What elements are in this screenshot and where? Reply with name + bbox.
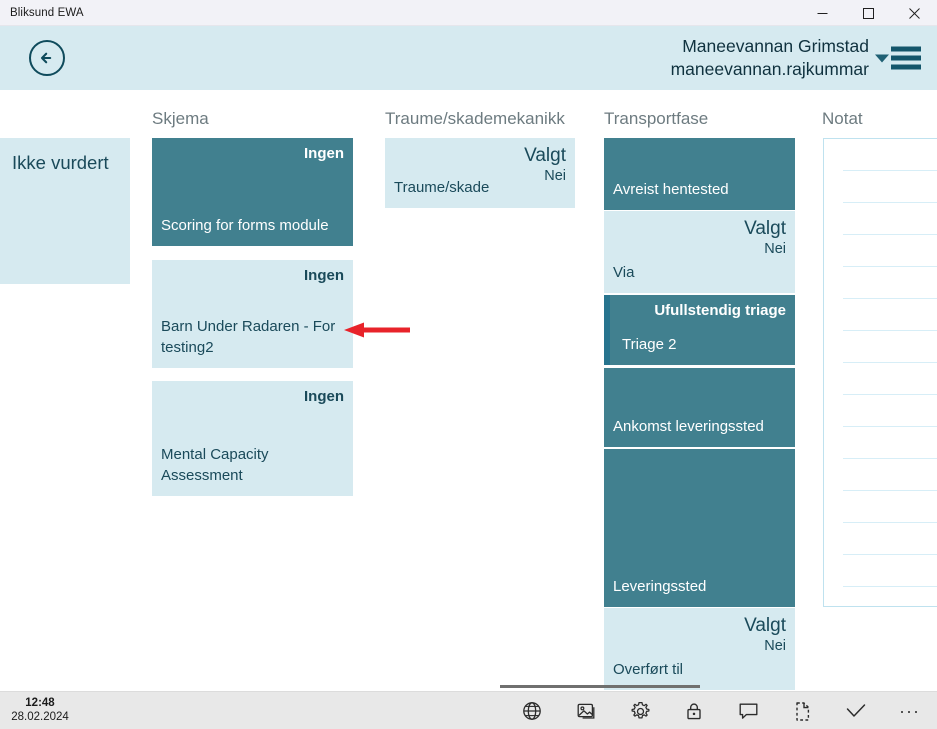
column-title-notat: Notat [822, 109, 863, 128]
card-title: Triage 2 [622, 336, 677, 354]
user-display-name: Maneevannan Grimstad [682, 35, 869, 56]
hamburger-menu-icon [891, 46, 921, 70]
card-status: Valgt [744, 218, 786, 239]
card-status: Ingen [304, 145, 344, 162]
card-skjema-0[interactable]: Ingen Scoring for forms module [152, 138, 353, 246]
back-arrow-icon [37, 48, 57, 68]
card-title: Via [613, 264, 635, 282]
app-header: Maneevannan Grimstad maneevannan.rajkumm… [0, 26, 937, 90]
horizontal-scrollbar-thumb[interactable] [500, 685, 700, 688]
check-icon[interactable] [829, 692, 883, 729]
red-pointer-arrow-icon [344, 322, 410, 338]
card-title: Leveringssted [613, 578, 707, 596]
window-title-bar: Bliksund EWA [0, 0, 937, 26]
document-dashed-icon[interactable] [775, 692, 829, 729]
board-area: Ikke vurdert Skjema Traume/skademekanikk… [0, 90, 937, 691]
card-title: Mental Capacity Assessment [161, 445, 269, 485]
user-identity[interactable]: Maneevannan Grimstad maneevannan.rajkumm… [671, 35, 869, 81]
application-window: Bliksund EWA Maneevannan Grimstad maneev… [0, 0, 937, 729]
status-bar: 12:48 28.02.2024 ... [0, 691, 937, 729]
column-title-skjema: Skjema [152, 109, 209, 128]
card-status: Ingen [304, 267, 344, 284]
maximize-button[interactable] [845, 0, 891, 26]
card-substatus: Nei [764, 637, 786, 654]
card-status: Valgt [524, 145, 566, 166]
unassessed-panel[interactable]: Ikke vurdert [0, 138, 130, 284]
card-traume-0[interactable]: Valgt Nei Traume/skade [385, 138, 575, 208]
card-title: Ankomst leveringssted [613, 418, 764, 436]
card-transport-3[interactable]: Ankomst leveringssted [604, 368, 795, 447]
card-status: Ingen [304, 388, 344, 405]
card-transport-1[interactable]: Valgt Nei Via [604, 211, 795, 293]
card-status: Valgt [744, 615, 786, 636]
window-controls [799, 0, 937, 26]
card-title: Scoring for forms module [161, 217, 329, 235]
notat-ruled-lines [843, 139, 937, 606]
card-title: Overført til [613, 661, 683, 679]
clock-date: 28.02.2024 [11, 711, 69, 724]
user-login-name: maneevannan.rajkummar [670, 59, 869, 79]
card-transport-4[interactable]: Leveringssted [604, 449, 795, 607]
window-title: Bliksund EWA [10, 6, 84, 19]
comment-icon[interactable] [721, 692, 775, 729]
status-bar-toolbar: ... [505, 692, 937, 729]
image-icon[interactable] [559, 692, 613, 729]
chevron-down-icon [875, 54, 889, 63]
column-title-traume: Traume/skademekanikk [385, 109, 565, 128]
gear-icon[interactable] [613, 692, 667, 729]
clock-time: 12:48 [25, 697, 55, 709]
main-menu-button[interactable] [875, 46, 921, 70]
card-title: Avreist hentested [613, 181, 729, 199]
card-skjema-2[interactable]: Ingen Mental Capacity Assessment [152, 381, 353, 496]
unassessed-label: Ikke vurdert [12, 152, 109, 173]
card-status: Ufullstendig triage [654, 302, 786, 319]
column-title-transportfase: Transportfase [604, 109, 709, 128]
lock-icon[interactable] [667, 692, 721, 729]
close-button[interactable] [891, 0, 937, 26]
card-skjema-1[interactable]: Ingen Barn Under Radaren - For testing2 [152, 260, 353, 368]
card-title: Traume/skade [394, 179, 490, 197]
card-transport-2[interactable]: Ufullstendig triage Triage 2 [604, 295, 795, 365]
card-title: Barn Under Radaren - For testing2 [161, 317, 336, 357]
globe-icon[interactable] [505, 692, 559, 729]
more-icon[interactable]: ... [883, 692, 937, 729]
back-button[interactable] [29, 40, 65, 76]
card-substatus: Nei [764, 240, 786, 257]
clock: 12:48 28.02.2024 [10, 696, 70, 724]
horizontal-scrollbar-track[interactable] [0, 681, 937, 691]
minimize-button[interactable] [799, 0, 845, 26]
card-transport-0[interactable]: Avreist hentested [604, 138, 795, 210]
notat-notepad[interactable] [823, 138, 937, 607]
card-transport-5[interactable]: Valgt Nei Overført til [604, 608, 795, 690]
